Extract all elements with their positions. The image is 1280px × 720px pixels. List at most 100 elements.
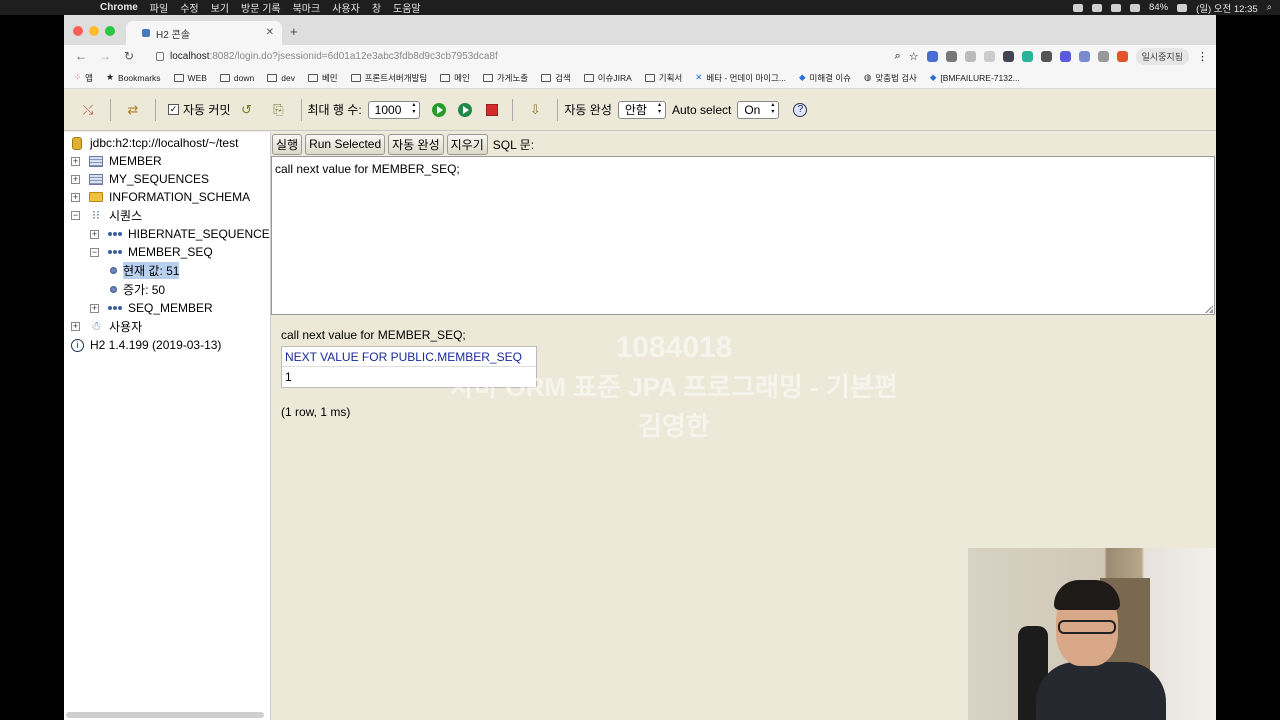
menu-app[interactable]: Chrome xyxy=(100,2,138,13)
bookmark-folder[interactable]: 검색 xyxy=(541,72,571,84)
battery-level[interactable]: 84% xyxy=(1149,2,1168,13)
profile-button[interactable]: 일시중지됨 xyxy=(1135,48,1189,65)
refresh-icon[interactable]: ⇄ xyxy=(124,101,142,119)
url-field[interactable]: localhost:8082/login.do?jsessionid=6d01a… xyxy=(148,47,808,65)
disconnect-icon[interactable]: ⤯ xyxy=(79,101,97,119)
sql-editor[interactable]: call next value for MEMBER_SEQ; xyxy=(271,156,1215,315)
tree-item-information-schema[interactable]: + INFORMATION_SCHEMA xyxy=(71,188,250,206)
maximize-window-icon[interactable] xyxy=(105,26,115,36)
expand-icon[interactable]: + xyxy=(71,174,80,184)
forward-icon[interactable]: → xyxy=(98,49,112,63)
close-tab-icon[interactable]: ✕ xyxy=(266,27,274,38)
bookmark-item[interactable]: ◆ 미해결 이슈 xyxy=(799,72,851,84)
extension-icon[interactable] xyxy=(1078,51,1090,62)
menu-history[interactable]: 방문 기록 xyxy=(241,0,281,15)
clear-button[interactable]: 지우기 xyxy=(446,133,488,155)
execute-button[interactable]: 실행 xyxy=(272,133,303,155)
menu-file[interactable]: 파일 xyxy=(150,0,168,15)
tree-item-users[interactable]: + ☃ 사용자 xyxy=(71,317,142,335)
expand-icon[interactable]: + xyxy=(71,192,80,202)
menubar-clock[interactable]: (일) 오전 12:35 xyxy=(1196,1,1258,15)
commit-icon[interactable]: ⎘ xyxy=(270,101,288,119)
back-icon[interactable]: ← xyxy=(74,49,88,63)
bookmark-folder[interactable]: 이슈JIRA xyxy=(583,72,632,84)
extension-icon[interactable] xyxy=(964,51,976,62)
menu-window[interactable]: 창 xyxy=(372,0,381,15)
tree-item-increment[interactable]: 증가: 50 xyxy=(110,280,165,298)
zoom-icon[interactable]: ⌕ xyxy=(895,50,901,63)
menu-people[interactable]: 사용자 xyxy=(332,0,360,15)
bookmark-item[interactable]: ◍ 맞춤법 검사 xyxy=(864,72,917,84)
stop-icon[interactable] xyxy=(486,103,499,116)
rollback-icon[interactable]: ↺ xyxy=(238,101,256,119)
collapse-icon[interactable]: − xyxy=(71,210,80,220)
tree-item-member[interactable]: + MEMBER xyxy=(71,152,162,170)
run-selected-button[interactable]: Run Selected xyxy=(305,133,386,155)
run-icon[interactable] xyxy=(432,102,447,117)
search-icon[interactable]: ⌕ xyxy=(1267,2,1272,13)
bookmark-folder[interactable]: 메인 xyxy=(440,72,470,84)
bookmark-folder[interactable]: dev xyxy=(267,73,295,83)
bookmark-folder[interactable]: down xyxy=(219,73,254,83)
menu-help[interactable]: 도움말 xyxy=(393,0,421,15)
expand-icon[interactable]: + xyxy=(90,229,99,239)
expand-icon[interactable]: + xyxy=(71,156,80,166)
help-icon[interactable]: ? xyxy=(793,102,808,117)
extension-icon[interactable] xyxy=(1021,51,1033,62)
input-source-icon[interactable] xyxy=(1177,3,1188,12)
tab-h2-console[interactable]: H2 콘솔 ✕ xyxy=(126,21,282,45)
resize-handle-icon[interactable] xyxy=(1205,305,1213,313)
menu-dots-icon[interactable]: ⋮ xyxy=(1197,50,1208,63)
site-info-icon[interactable] xyxy=(156,51,164,61)
bookmark-folder[interactable]: 베민 xyxy=(307,72,338,84)
collapse-icon[interactable]: − xyxy=(90,247,99,257)
new-tab-icon[interactable]: + xyxy=(290,24,298,39)
tree-item-sequences[interactable]: − ⁝⁝ 시퀀스 xyxy=(71,206,142,224)
result-column-header[interactable]: NEXT VALUE FOR PUBLIC.MEMBER_SEQ xyxy=(282,347,536,367)
reload-icon[interactable]: ↻ xyxy=(122,49,136,63)
extension-icon[interactable] xyxy=(945,51,957,62)
minimize-window-icon[interactable] xyxy=(89,26,99,36)
extension-icon[interactable] xyxy=(926,51,938,62)
note-icon[interactable] xyxy=(1073,3,1084,12)
extension-icon[interactable] xyxy=(1040,51,1052,62)
table-icon xyxy=(89,155,103,167)
bookmark-folder[interactable]: WEB xyxy=(173,73,207,83)
menu-bookmarks[interactable]: 북마크 xyxy=(293,0,321,15)
expand-icon[interactable]: + xyxy=(71,321,80,331)
autocommit-checkbox[interactable]: ✓ xyxy=(168,104,179,115)
menu-view[interactable]: 보기 xyxy=(211,0,229,15)
tree-item-hibernate-sequence[interactable]: + HIBERNATE_SEQUENCE xyxy=(90,225,270,243)
extension-icon[interactable] xyxy=(1116,51,1128,62)
tree-horizontal-scrollbar[interactable] xyxy=(66,712,264,718)
volume-icon[interactable] xyxy=(1130,3,1141,12)
max-rows-select[interactable]: 1000 xyxy=(367,100,421,119)
bookmark-folder[interactable]: 가게노출 xyxy=(482,72,528,84)
screen-icon[interactable] xyxy=(1092,3,1103,12)
extension-icon[interactable] xyxy=(983,51,995,62)
autocomplete-select[interactable]: 안함 xyxy=(617,100,666,119)
bookmark-item[interactable]: ✕ 베타 - 먼데이 마이그... xyxy=(695,72,786,84)
tree-item-seq-member[interactable]: + SEQ_MEMBER xyxy=(90,299,213,317)
close-window-icon[interactable] xyxy=(73,26,83,36)
run-selected-icon[interactable] xyxy=(458,102,473,117)
extension-icon[interactable] xyxy=(1002,51,1014,62)
bookmark-folder[interactable]: 프론트서버개발팀 xyxy=(350,72,427,84)
tree-item-my-sequences[interactable]: + MY_SEQUENCES xyxy=(71,170,209,188)
wifi-icon[interactable] xyxy=(1111,3,1122,12)
bookmark-apps[interactable]: ⁘ 앱 xyxy=(74,72,93,84)
tree-connection[interactable]: jdbc:h2:tcp://localhost/~/test xyxy=(72,134,238,152)
bookmark-star-icon[interactable]: ☆ xyxy=(909,50,919,63)
autoselect-select[interactable]: On xyxy=(737,100,780,119)
bookmark-folder[interactable]: 기획서 xyxy=(644,72,682,84)
extension-icon[interactable] xyxy=(1097,51,1109,62)
tree-item-member-seq[interactable]: − MEMBER_SEQ xyxy=(90,243,213,261)
autocomplete-button[interactable]: 자동 완성 xyxy=(388,133,444,155)
menu-edit[interactable]: 수정 xyxy=(180,0,198,15)
bookmark-item[interactable]: ★ Bookmarks xyxy=(106,72,161,83)
expand-icon[interactable]: + xyxy=(90,303,99,313)
history-icon[interactable]: ⇩ xyxy=(526,101,544,119)
bookmark-item[interactable]: ◆ [BMFAILURE-7132... xyxy=(930,72,1020,83)
extension-icon[interactable] xyxy=(1059,51,1071,62)
tree-item-current-value[interactable]: 현재 값: 51 xyxy=(110,261,180,279)
